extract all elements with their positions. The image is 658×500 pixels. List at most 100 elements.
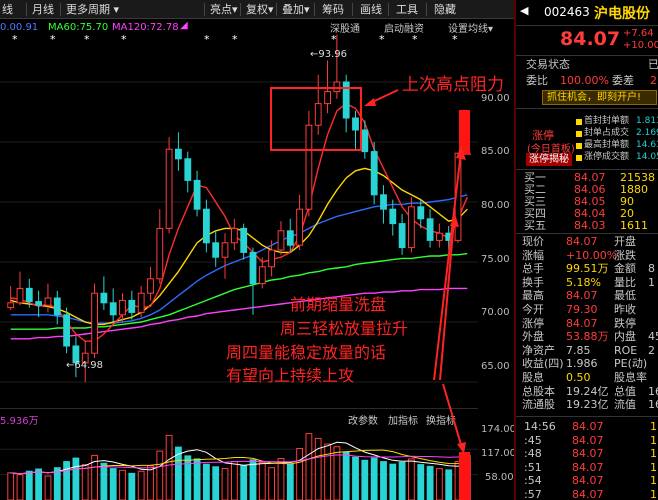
- quote-row: 涨停 84.07 跌停: [516, 316, 658, 331]
- quote-label: 换手: [522, 275, 544, 289]
- quote-label-2: 跌停: [614, 316, 636, 330]
- stock-header: ◀ 002463 沪电股份: [516, 0, 658, 26]
- bullet-icon: [576, 131, 582, 137]
- quote-label: 现价: [522, 235, 544, 248]
- resistance-arrowhead: [364, 98, 376, 106]
- weicha-label: 委差: [612, 74, 634, 87]
- limit-up-reveal-button[interactable]: 涨停揭秘: [526, 153, 572, 166]
- bullet-icon: [576, 119, 582, 125]
- quote-label: 收益(四): [522, 357, 564, 371]
- tick-row: :54 84.07 1: [516, 475, 658, 488]
- seal-ratio-label: 封单占成交: [584, 128, 630, 138]
- first-seal-value: 1.811: [636, 116, 658, 126]
- first-seal-label: 首封封单额: [584, 116, 630, 126]
- annotation-line: 周三轻松放量拉升: [280, 319, 409, 338]
- quote-panel: ◀ 002463 沪电股份 84.07 +7.64 +10.00% 交易状态 已…: [515, 0, 658, 500]
- order-book-row[interactable]: 买五 84.03 1611: [516, 220, 658, 232]
- weibi-value: 100.00%: [560, 74, 609, 87]
- weicha-value: 2: [650, 74, 657, 87]
- quote-row: 今开 79.30 昨收: [516, 304, 658, 317]
- open-account-banner[interactable]: 抓住机会，即刻开户!: [542, 90, 657, 105]
- tick-volume: 1: [650, 487, 657, 500]
- red-marker-bar: [459, 452, 470, 500]
- quote-grid: 现价 84.07 开盘 涨幅 +10.00% 涨跌 总手 99.51万 金额 8 换手 5.18% 量比…: [516, 233, 658, 413]
- quote-row: 净资产 7.85 ROE 2: [516, 343, 658, 358]
- trade-state-label: 交易状态: [526, 58, 570, 71]
- quote-label: 总手: [522, 262, 544, 276]
- seal-ratio-value: 2.169: [636, 128, 658, 138]
- bullet-icon: [576, 155, 582, 161]
- tick-volume: 1: [650, 460, 657, 474]
- tick-volume: 1: [650, 447, 657, 460]
- order-level-label: 买五: [524, 219, 546, 232]
- quote-label-2: 昨收: [614, 303, 636, 316]
- status-block: 交易状态 已 委比 100.00% 委差 2: [516, 55, 658, 87]
- tick-price: 84.07: [572, 447, 604, 460]
- quote-value: 79.30: [566, 303, 598, 316]
- current-price: 84.07: [560, 28, 621, 50]
- stock-name: 沪电股份: [594, 6, 650, 22]
- quote-value: 99.51万: [566, 262, 609, 276]
- tick-time: 14:56: [524, 420, 556, 433]
- trend-arrowhead: [450, 214, 459, 227]
- tick-price: 84.07: [572, 433, 604, 447]
- tick-time: :48: [524, 447, 542, 460]
- quote-value-2: 16: [648, 398, 658, 412]
- tick-row: 14:56 84.07 1: [516, 421, 658, 434]
- tick-list: 14:56 84.07 1:45 84.07 1:48 84.07 1:51 84.07 1:5…: [516, 416, 658, 500]
- quote-value: 7.85: [566, 343, 591, 357]
- tick-time: :51: [524, 460, 542, 474]
- tick-price: 84.07: [572, 420, 604, 433]
- quote-label-2: PE(动): [614, 357, 648, 371]
- max-seal-label: 最高封单额: [584, 140, 630, 150]
- price-change: +7.64: [623, 28, 654, 39]
- quote-value: 84.07: [566, 235, 598, 248]
- quote-label-2: 量比: [614, 275, 636, 289]
- collapse-icon[interactable]: ◀: [520, 4, 528, 17]
- quote-value-2: 2: [648, 343, 655, 357]
- quote-value: 19.23亿: [566, 398, 609, 412]
- limit-turnover-value: 14.05: [636, 152, 658, 162]
- quote-value: 84.07: [566, 316, 598, 330]
- annotation-line: 有望向上持续上攻: [226, 366, 355, 385]
- order-book: 买一 84.07 21538 买二 84.06 1880 买三 84.05 90 买四 84.04 2…: [516, 169, 658, 233]
- tick-price: 84.07: [572, 474, 604, 487]
- trade-state-value: 已: [648, 58, 658, 71]
- quote-value-2: 1: [648, 275, 655, 289]
- quote-value: +10.00%: [566, 248, 618, 262]
- quote-row: 换手 5.18% 量比 1: [516, 275, 658, 290]
- order-price: 84.03: [574, 219, 606, 232]
- quote-value: 0.50: [566, 371, 591, 384]
- quote-label: 涨停: [522, 316, 544, 330]
- quote-label-2: 总值: [614, 384, 636, 398]
- quote-row: 总股本 19.24亿总值 16: [516, 384, 658, 399]
- quote-value-2: 8: [648, 262, 655, 276]
- stock-terminal: 线 月线 更多周期 ▾ 亮点▾ 复权▾ 叠加▾ 筹码 画线 工具 隐藏 深股通 …: [0, 0, 658, 500]
- quote-row: 股息 0.50 股息率: [516, 372, 658, 385]
- panel-divider[interactable]: [514, 0, 516, 500]
- tick-row: :57 84.07 1: [516, 487, 658, 500]
- tick-time: :57: [524, 487, 542, 500]
- quote-label: 净资产: [522, 343, 555, 357]
- quote-label: 最高: [522, 289, 544, 303]
- quote-row: 外盘 53.88万内盘 45: [516, 331, 658, 344]
- quote-label: 流通股: [522, 398, 555, 412]
- tick-row: :48 84.07 1: [516, 448, 658, 461]
- quote-label-2: 金额: [614, 262, 636, 276]
- quote-label-2: 开盘: [614, 235, 636, 248]
- quote-label: 股息: [522, 371, 544, 384]
- quote-row: 现价 84.07 开盘: [516, 236, 658, 249]
- volume-arrow: [442, 383, 463, 449]
- quote-label-2: 流值: [614, 398, 636, 412]
- bullet-icon: [576, 143, 582, 149]
- annotation-line: 前期缩量洗盘: [290, 295, 387, 314]
- tick-volume: 1: [650, 433, 657, 447]
- max-seal-value: 14.61: [636, 140, 658, 150]
- resistance-box: [270, 87, 362, 151]
- trend-arrow: [439, 219, 455, 381]
- trend-arrow: [433, 151, 462, 381]
- quote-row: 收益(四) 1.986 PE(动): [516, 358, 658, 371]
- quote-label-2: 内盘: [614, 330, 636, 344]
- tick-volume: 1: [650, 474, 657, 487]
- limit-up-block: 涨停 (今日首板) 涨停揭秘 首封封单额 1.811 封单占成交 2.169 最…: [516, 108, 658, 168]
